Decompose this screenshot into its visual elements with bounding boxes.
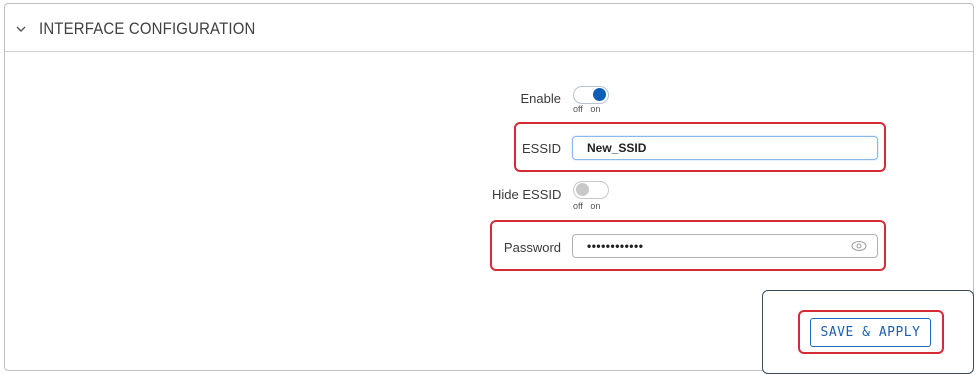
enable-on-text: on [590, 104, 601, 114]
section-title: INTERFACE CONFIGURATION [39, 19, 256, 38]
section-header[interactable]: INTERFACE CONFIGURATION [5, 4, 973, 52]
hide-essid-toggle-states: off on [573, 201, 600, 211]
eye-icon[interactable] [851, 240, 867, 252]
hide-essid-off-text: off [573, 201, 583, 211]
enable-toggle-knob [593, 88, 606, 101]
essid-input[interactable]: New_SSID [572, 136, 878, 160]
enable-toggle[interactable] [573, 86, 609, 104]
hide-essid-toggle[interactable] [573, 181, 609, 199]
hide-essid-label: Hide ESSID [492, 187, 562, 202]
enable-label: Enable [520, 91, 561, 106]
hide-essid-on-text: on [590, 201, 601, 211]
password-input[interactable]: •••••••••••• [572, 234, 878, 258]
hide-essid-toggle-knob [576, 183, 589, 196]
chevron-down-icon[interactable] [14, 22, 28, 36]
enable-toggle-states: off on [573, 104, 600, 114]
essid-label: ESSID [521, 141, 561, 156]
password-label: Password [503, 240, 561, 255]
password-value: •••••••••••• [587, 239, 644, 253]
save-apply-button[interactable]: SAVE & APPLY [810, 318, 931, 347]
enable-off-text: off [573, 104, 583, 114]
